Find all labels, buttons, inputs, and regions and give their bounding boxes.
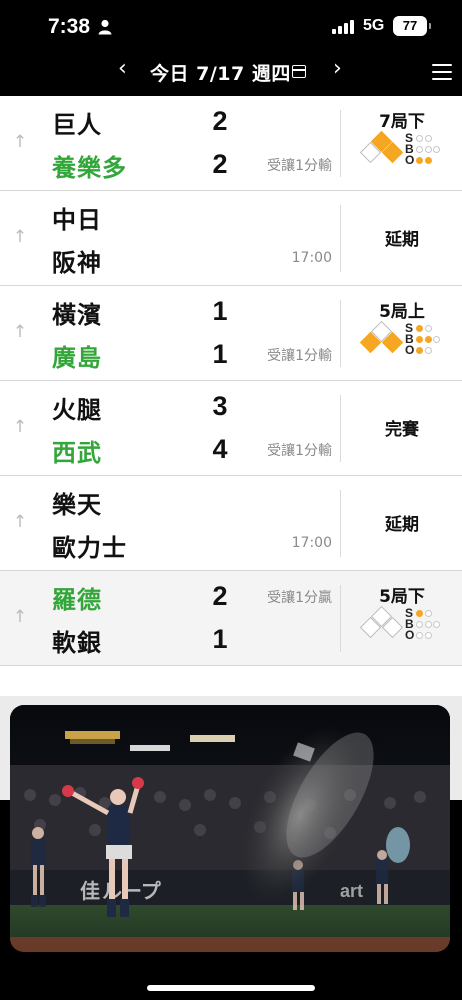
away-team-name: 火腿 <box>52 396 102 424</box>
home-handicap-note: 受讓1分輸 <box>267 443 332 459</box>
base-runners-diamond <box>359 605 404 641</box>
row-divider <box>340 300 341 367</box>
sbo-count: SBO <box>405 607 445 642</box>
home-score: 2 <box>212 149 228 179</box>
status-bar: 7:38 5G 77 <box>0 0 462 54</box>
row-divider <box>340 585 341 652</box>
row-divider <box>340 205 341 272</box>
count-dot <box>416 336 423 343</box>
count-dot <box>416 621 423 628</box>
count-dot <box>416 146 423 153</box>
sbo-count: SBO <box>405 322 445 357</box>
hamburger-menu-icon[interactable] <box>432 64 452 80</box>
battery-icon: 77 <box>393 16 431 36</box>
next-day-button[interactable]: › <box>333 56 342 81</box>
count-dot <box>424 347 432 354</box>
network-type: 5G <box>363 17 385 34</box>
sbo-label: O <box>405 153 415 167</box>
row-divider <box>340 110 341 177</box>
game-row[interactable]: ↑ 羅德軟銀 2 1 受讓1分贏 5局下 S B O <box>0 571 462 666</box>
pin-up-arrow-icon[interactable]: ↑ <box>12 132 28 152</box>
home-handicap-note: 受讓1分輸 <box>267 158 332 174</box>
game-status: 5局下 <box>379 587 425 607</box>
home-team-name: 歐力士 <box>52 534 127 562</box>
home-team-name: 養樂多 <box>52 154 127 182</box>
pin-up-arrow-icon[interactable]: ↑ <box>12 322 28 342</box>
count-dot <box>416 157 423 164</box>
pin-up-arrow-icon[interactable]: ↑ <box>12 512 28 532</box>
away-score: 3 <box>212 391 228 421</box>
sbo-label: O <box>405 628 415 642</box>
game-status: 7局下 <box>379 112 425 132</box>
away-score: 2 <box>212 106 228 136</box>
home-score: 1 <box>212 624 228 654</box>
away-team-name: 橫濱 <box>52 301 102 329</box>
count-dot <box>424 610 432 617</box>
count-dot <box>416 325 423 332</box>
count-dot <box>424 157 432 164</box>
home-indicator[interactable] <box>147 985 315 991</box>
count-dot <box>424 146 432 153</box>
count-dot <box>416 632 423 639</box>
row-divider <box>340 490 341 557</box>
count-dot <box>416 135 423 142</box>
away-team-name: 巨人 <box>52 111 102 139</box>
date-title[interactable]: 今日 7/17 週四 <box>150 59 291 86</box>
count-dot <box>416 610 423 617</box>
game-row[interactable]: ↑ 中日阪神 17:00 延期 <box>0 191 462 286</box>
game-row[interactable]: ↑ 巨人養樂多 2 2 受讓1分輸 7局下 S B O <box>0 96 462 191</box>
cellular-signal-icon <box>332 20 354 34</box>
home-score: 4 <box>212 434 228 464</box>
game-list: ↑ 巨人 養樂多 2 2 受讓1分輸 7局下 S B O ↑ 中日 阪神 17:00 延期 ↑ 橫濱 廣島 1 1 受讓… <box>0 96 462 800</box>
pin-up-arrow-icon[interactable]: ↑ <box>12 417 28 437</box>
clock: 7:38 <box>48 15 91 38</box>
ad-banner-prefix: 佳 <box>80 879 100 903</box>
count-dot <box>416 347 423 354</box>
live-video-player[interactable]: 佳 ループ art <box>10 705 450 952</box>
date-nav-bar: ‹ 今日 7/17 週四 › <box>0 54 462 96</box>
prev-day-button[interactable]: ‹ <box>118 56 127 81</box>
game-status: 5局上 <box>379 302 425 322</box>
home-team-name: 廣島 <box>52 344 102 372</box>
video-frame: 佳 ループ art <box>10 705 450 952</box>
game-row[interactable]: ↑ 火腿西武 3 4 受讓1分輸 完賽 <box>0 381 462 476</box>
home-score: 1 <box>212 339 228 369</box>
count-dot <box>433 146 440 153</box>
row-divider <box>340 395 341 462</box>
home-handicap-note: 17:00 <box>291 535 332 551</box>
home-handicap-note: 受讓1分輸 <box>267 348 332 364</box>
base-runners-diamond <box>359 320 404 356</box>
away-team-name: 羅德 <box>52 586 102 614</box>
count-dot <box>424 325 432 332</box>
away-score: 1 <box>212 296 228 326</box>
count-dot <box>424 336 432 343</box>
count-dot <box>424 621 432 628</box>
game-row[interactable]: ↑ 橫濱廣島 1 1 受讓1分輸 5局上 S B O <box>0 286 462 381</box>
home-team-name: 西武 <box>52 439 102 467</box>
sbo-label: O <box>405 343 415 357</box>
game-status: 延期 <box>385 515 419 535</box>
home-team-name: 阪神 <box>52 249 102 277</box>
person-icon <box>98 19 112 35</box>
game-status: 完賽 <box>385 420 419 440</box>
count-dot <box>433 336 440 343</box>
calendar-icon[interactable] <box>292 65 306 78</box>
pin-up-arrow-icon[interactable]: ↑ <box>12 227 28 247</box>
away-handicap-note: 受讓1分贏 <box>267 590 332 606</box>
away-team-name: 樂天 <box>52 491 102 519</box>
pin-up-arrow-icon[interactable]: ↑ <box>12 607 28 627</box>
count-dot <box>433 621 440 628</box>
app-screen: 7:38 5G 77 ‹ 今日 7/17 週四 › ↑ 巨人養樂多 2 2 受讓1分輸 7… <box>0 0 462 1000</box>
away-score: 2 <box>212 581 228 611</box>
away-team-name: 中日 <box>52 206 102 234</box>
count-dot <box>424 135 432 142</box>
game-row[interactable]: ↑ 樂天歐力士 17:00 延期 <box>0 476 462 571</box>
base-runners-diamond <box>359 130 404 166</box>
home-handicap-note: 17:00 <box>291 250 332 266</box>
home-team-name: 軟銀 <box>52 629 102 657</box>
count-dot <box>424 632 432 639</box>
game-status: 延期 <box>385 230 419 250</box>
ad-sign-text: art <box>340 881 363 901</box>
sbo-count: SBO <box>405 132 445 167</box>
